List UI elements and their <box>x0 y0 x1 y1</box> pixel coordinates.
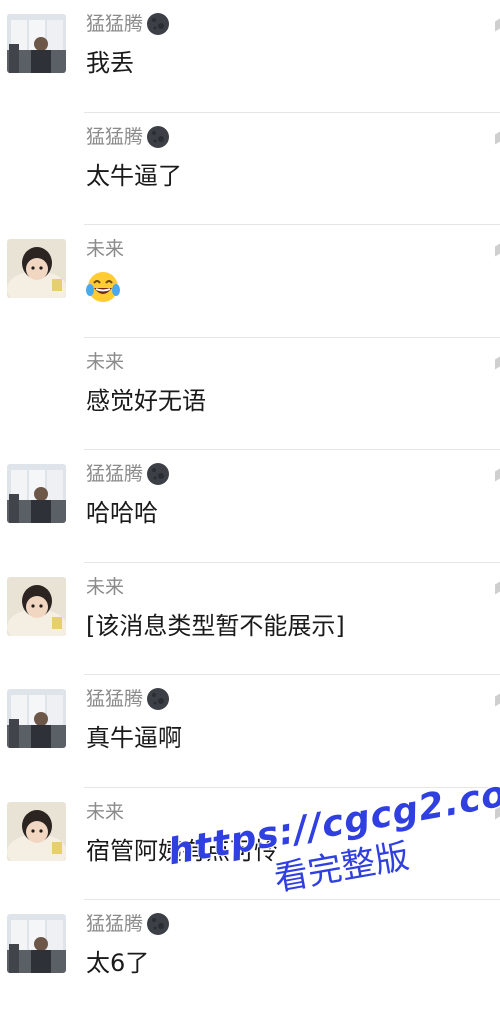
sender-name: 猛猛腾 <box>86 685 170 713</box>
row-edge-marker <box>495 468 500 482</box>
row-edge-marker <box>495 18 500 32</box>
chat-message-list: 猛猛腾 我丢 猛猛腾 太牛逼了 未来 未来 感觉好无语 猛猛腾 哈哈哈 未来 [… <box>0 0 500 1013</box>
dark-moon-icon <box>147 463 170 485</box>
avatar[interactable] <box>7 801 66 861</box>
message-text: 我丢 <box>86 49 134 77</box>
sender-name-text: 猛猛腾 <box>86 463 144 485</box>
row-edge-marker <box>495 806 500 819</box>
sender-name: 未来 <box>86 573 124 601</box>
row-edge-marker <box>495 356 500 369</box>
message-text: 宿管阿姨有点可怜 <box>86 836 278 865</box>
tears-of-joy-icon <box>86 272 120 302</box>
window-photo-avatar <box>7 689 66 748</box>
avatar[interactable] <box>7 464 66 523</box>
dark-moon-icon <box>147 13 170 35</box>
sender-name: 猛猛腾 <box>86 460 170 488</box>
message-row[interactable]: 猛猛腾 哈哈哈 <box>0 450 500 563</box>
sender-name: 未来 <box>86 798 124 826</box>
sender-name: 未来 <box>86 348 124 376</box>
row-edge-marker <box>495 581 500 594</box>
child-blanket-avatar <box>7 801 66 861</box>
sender-name: 猛猛腾 <box>86 910 170 938</box>
avatar[interactable] <box>7 914 66 973</box>
message-row[interactable]: 未来 宿管阿姨有点可怜 <box>0 788 500 900</box>
child-blanket-avatar <box>7 576 66 636</box>
message-row[interactable]: 猛猛腾 太6了 <box>0 900 500 1013</box>
sender-name-text: 未来 <box>86 238 125 260</box>
sender-name: 未来 <box>86 235 124 263</box>
avatar[interactable] <box>7 689 66 748</box>
sender-name-text: 猛猛腾 <box>86 913 144 935</box>
avatar[interactable] <box>7 14 66 73</box>
row-edge-marker <box>495 131 500 144</box>
avatar[interactable] <box>7 576 66 636</box>
message-text: [该消息类型暂不能展示] <box>86 611 345 640</box>
sender-name: 猛猛腾 <box>86 123 170 151</box>
message-row[interactable]: 猛猛腾 我丢 <box>0 0 500 113</box>
window-photo-avatar <box>7 914 66 973</box>
message-content <box>86 272 120 304</box>
message-text: 感觉好无语 <box>86 386 206 415</box>
sender-name-text: 猛猛腾 <box>86 688 144 710</box>
dark-moon-icon <box>147 913 170 935</box>
message-row[interactable]: 未来 <box>0 225 500 338</box>
message-text: 太牛逼了 <box>86 161 182 190</box>
window-photo-avatar <box>7 14 66 73</box>
message-text: 哈哈哈 <box>86 499 158 527</box>
message-text: 太6了 <box>86 949 150 977</box>
sender-name-text: 未来 <box>86 575 125 598</box>
message-row[interactable]: 未来 [该消息类型暂不能展示] <box>0 563 500 675</box>
sender-name-text: 猛猛腾 <box>86 125 144 148</box>
sender-name: 猛猛腾 <box>86 10 170 38</box>
avatar[interactable] <box>7 239 66 298</box>
child-blanket-avatar <box>7 239 66 298</box>
message-text: 真牛逼啊 <box>86 724 182 752</box>
sender-name-text: 猛猛腾 <box>86 13 144 35</box>
row-edge-marker <box>495 693 500 707</box>
message-row[interactable]: 未来 感觉好无语 <box>0 338 500 450</box>
sender-name-text: 未来 <box>86 350 125 373</box>
message-row[interactable]: 猛猛腾 真牛逼啊 <box>0 675 500 788</box>
message-row[interactable]: 猛猛腾 太牛逼了 <box>0 113 500 225</box>
window-photo-avatar <box>7 464 66 523</box>
dark-moon-icon <box>147 688 170 710</box>
dark-moon-icon <box>147 125 170 148</box>
sender-name-text: 未来 <box>86 800 125 823</box>
row-edge-marker <box>495 243 500 257</box>
